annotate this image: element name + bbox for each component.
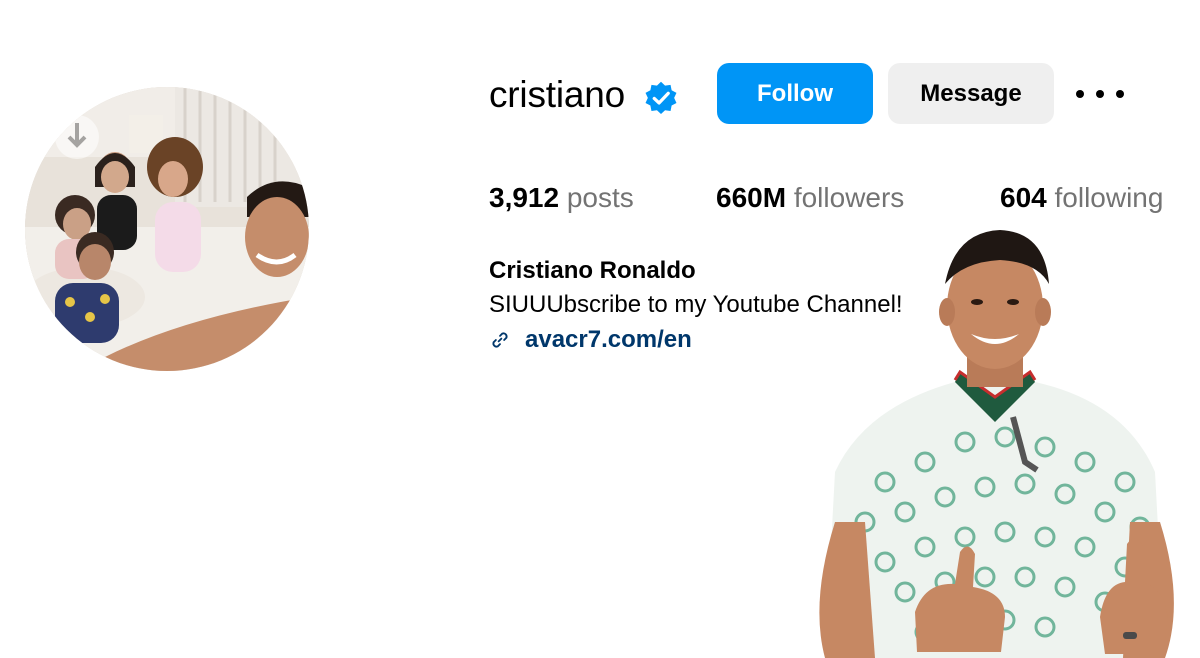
profile-username: cristiano — [489, 74, 625, 115]
followers-label: followers — [793, 182, 905, 213]
message-button[interactable]: Message — [888, 63, 1054, 124]
posts-label: posts — [566, 182, 634, 213]
posts-count: 3,912 — [489, 182, 560, 213]
followers-stat[interactable]: 660M followers — [716, 180, 904, 216]
follow-button[interactable]: Follow — [717, 63, 873, 124]
profile-link-text: avacr7.com/en — [525, 326, 692, 353]
following-stat[interactable]: 604 following — [1000, 180, 1163, 216]
verified-badge-icon — [645, 81, 677, 115]
following-label: following — [1054, 182, 1164, 213]
more-dot — [1076, 90, 1084, 98]
profile-link[interactable]: avacr7.com/en — [489, 324, 692, 356]
posts-stat: 3,912 posts — [489, 180, 634, 216]
following-count: 604 — [1000, 182, 1047, 213]
more-dot — [1096, 90, 1104, 98]
more-dot — [1116, 90, 1124, 98]
link-icon — [492, 332, 508, 348]
followers-count: 660M — [716, 182, 787, 213]
profile-full-name: Cristiano Ronaldo — [489, 257, 696, 284]
profile-avatar[interactable] — [25, 87, 309, 371]
avatar-photo — [25, 87, 309, 371]
more-options-icon[interactable] — [1076, 80, 1124, 108]
person-cutout-image — [805, 222, 1185, 658]
